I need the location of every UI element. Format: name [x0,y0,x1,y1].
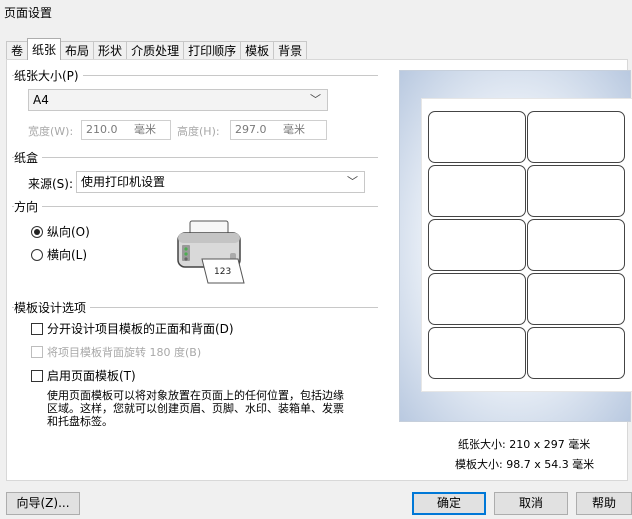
description-line: 区域。这样，您就可以创建页眉、页脚、水印、装箱单、发票 [47,402,344,415]
help-button[interactable]: 帮助 [576,492,632,515]
source-label: 来源(S): [28,177,74,191]
landscape-radio[interactable]: 横向(L) [31,246,87,263]
checkbox-icon [31,369,43,382]
height-value: 297.0 [235,123,267,136]
template-cell [428,327,526,379]
tab-bar: 卷 纸张 布局 形状 介质处理 打印顺序 模板 背景 [6,38,308,60]
radio-selected-icon [31,225,43,238]
enable-page-template-checkbox[interactable]: 启用页面模板(T) [31,367,136,384]
tab-template[interactable]: 模板 [240,41,275,60]
landscape-label: 横向(L) [47,248,88,262]
width-value: 210.0 [86,123,118,136]
width-label: 宽度(W): [28,125,74,138]
preview-paper [422,99,632,391]
cancel-button[interactable]: 取消 [494,492,568,515]
source-select[interactable]: 使用打印机设置 ﹀ [76,171,365,193]
tab-media-handling[interactable]: 介质处理 [126,41,185,60]
printer-icon: 123 [177,220,245,284]
portrait-label: 纵向(O) [47,225,90,239]
radio-unselected-icon [31,248,43,261]
height-field[interactable]: 297.0 毫米 [230,120,327,140]
template-cell [428,273,526,325]
divider [12,206,378,207]
divider [12,157,378,158]
tab-volume[interactable]: 卷 [6,41,29,60]
height-unit: 毫米 [283,123,305,136]
template-cell [527,273,625,325]
tab-background[interactable]: 背景 [273,41,308,60]
width-field[interactable]: 210.0 毫米 [81,120,171,140]
template-cell [428,111,526,163]
paper-size-info: 纸张大小: 210 x 297 毫米 [458,438,591,451]
portrait-radio[interactable]: 纵向(O) [31,223,90,240]
separate-front-back-checkbox[interactable]: 分开设计项目模板的正面和背面(D) [31,320,234,337]
paper-tray-group-label: 纸盒 [14,149,43,166]
template-cell [527,219,625,271]
template-cell [527,327,625,379]
tab-print-order[interactable]: 打印顺序 [183,41,242,60]
wizard-button[interactable]: 向导(Z)... [6,492,80,515]
option3-label: 启用页面模板(T) [47,369,136,383]
option1-label: 分开设计项目模板的正面和背面(D) [47,322,234,336]
tab-shape[interactable]: 形状 [93,41,128,60]
template-cell [428,165,526,217]
chevron-down-icon: ﹀ [347,175,358,188]
template-cell [428,219,526,271]
checkbox-icon [31,346,43,358]
tab-layout[interactable]: 布局 [60,41,95,60]
template-design-group-label: 模板设计选项 [14,299,91,316]
source-value: 使用打印机设置 [81,175,166,189]
paper-size-group-label: 纸张大小(P) [14,67,83,84]
printer-paper-text: 123 [214,267,231,277]
height-label: 高度(H): [177,125,220,138]
option2-label: 将项目模板背面旋转 180 度(B) [47,346,202,359]
rotate-back-checkbox[interactable]: 将项目模板背面旋转 180 度(B) [31,344,201,360]
paper-size-value: A4 [33,93,49,107]
template-size-info: 模板大小: 98.7 x 54.3 毫米 [455,458,595,471]
tab-paper[interactable]: 纸张 [27,38,62,60]
template-cell [527,111,625,163]
template-description: 使用页面模板可以将对象放置在页面上的任何位置，包括边缘 区域。这样，您就可以创建… [47,389,387,428]
ok-button[interactable]: 确定 [412,492,486,515]
window-title: 页面设置 [4,6,53,20]
width-unit: 毫米 [134,123,156,136]
description-line: 使用页面模板可以将对象放置在页面上的任何位置，包括边缘 [47,389,344,402]
orientation-group-label: 方向 [14,198,43,215]
template-cell [527,165,625,217]
paper-size-select[interactable]: A4 ﹀ [28,89,328,111]
description-line: 和托盘标签。 [47,415,113,428]
checkbox-icon [31,322,43,335]
chevron-down-icon: ﹀ [310,93,321,106]
